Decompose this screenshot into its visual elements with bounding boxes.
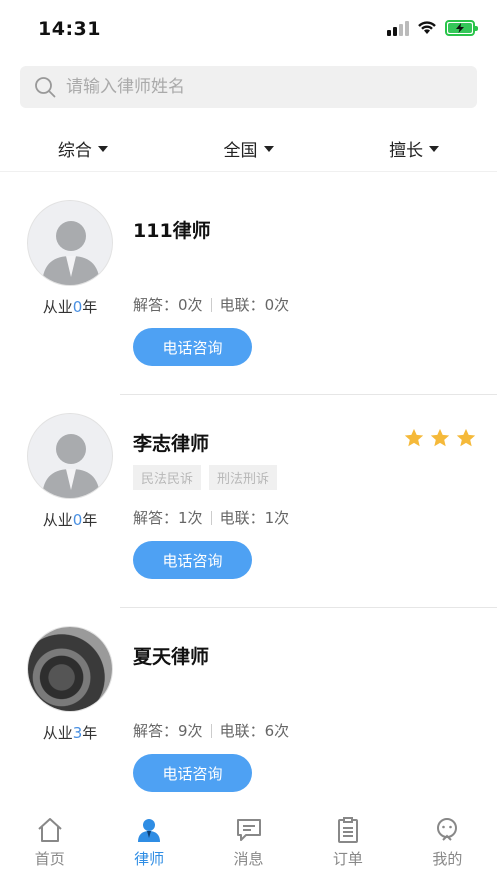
lawyer-card[interactable]: 从业0年 111律师 解答： 0次 电联： 0次 电话咨询 <box>0 182 497 395</box>
lawyer-photo <box>28 627 112 711</box>
search-icon <box>35 77 56 98</box>
lawyer-stats: 解答： 1次 电联： 1次 <box>133 509 290 527</box>
caret-down-icon <box>429 145 440 152</box>
answers-count: 9次 <box>178 722 203 740</box>
home-icon <box>38 818 62 842</box>
message-icon <box>236 819 261 841</box>
practice-years-value: 0 <box>72 298 83 316</box>
expertise-tag: 民法民诉 <box>133 465 202 490</box>
nav-item-profile[interactable]: 我的 <box>398 806 497 883</box>
star-icon <box>456 428 476 447</box>
answers-count: 1次 <box>178 509 203 527</box>
avatar <box>27 200 113 286</box>
lawyer-stats: 解答： 9次 电联： 6次 <box>133 722 290 740</box>
practice-years-value: 0 <box>72 511 83 529</box>
nav-label: 律师 <box>134 850 165 868</box>
search-bar[interactable] <box>20 66 477 108</box>
filter-expertise-label: 擅长 <box>389 141 424 161</box>
nav-label: 消息 <box>233 850 264 868</box>
nav-item-home[interactable]: 首页 <box>0 806 99 883</box>
battery-icon <box>445 20 478 36</box>
nav-label: 首页 <box>34 850 65 868</box>
profile-icon <box>437 818 458 841</box>
filter-sort-label: 综合 <box>57 141 92 161</box>
nav-item-messages[interactable]: 消息 <box>199 806 298 883</box>
practice-years-value: 3 <box>72 724 83 742</box>
caret-down-icon <box>97 145 108 152</box>
lawyer-list: 从业0年 111律师 解答： 0次 电联： 0次 电话咨询 从业0年 李志律师 民法… <box>0 182 497 821</box>
rating-stars <box>403 427 477 449</box>
practice-years: 从业3年 <box>42 724 98 742</box>
nav-label: 订单 <box>332 850 363 868</box>
nav-label: 我的 <box>432 850 463 868</box>
phone-consult-button[interactable]: 电话咨询 <box>133 754 252 792</box>
calls-count: 1次 <box>264 509 290 527</box>
lawyer-icon <box>138 819 161 842</box>
star-icon <box>430 428 450 447</box>
filter-expertise[interactable]: 擅长 <box>331 126 497 171</box>
lawyer-card[interactable]: 从业0年 李志律师 民法民诉 刑法刑诉 解答： 1次 电联： 1次 电话咨询 <box>0 395 497 608</box>
calls-count: 0次 <box>264 296 290 314</box>
default-avatar-icon <box>42 434 100 498</box>
practice-years: 从业0年 <box>42 298 98 316</box>
default-avatar-icon <box>42 221 100 285</box>
order-icon <box>337 817 358 843</box>
lawyer-card[interactable]: 从业3年 夏天律师 解答： 9次 电联： 6次 电话咨询 <box>0 608 497 821</box>
answers-count: 0次 <box>178 296 203 314</box>
filter-sort[interactable]: 综合 <box>0 126 166 171</box>
phone-consult-button[interactable]: 电话咨询 <box>133 328 252 366</box>
filter-region[interactable]: 全国 <box>166 126 332 171</box>
phone-consult-button[interactable]: 电话咨询 <box>133 541 252 579</box>
expertise-tag: 刑法刑诉 <box>209 465 278 490</box>
bottom-nav: 首页 律师 消息 订单 我的 <box>0 806 497 883</box>
nav-item-orders[interactable]: 订单 <box>298 806 397 883</box>
filter-region-label: 全国 <box>223 141 258 161</box>
search-input[interactable] <box>66 77 446 97</box>
status-icons <box>387 20 478 36</box>
star-icon <box>404 428 424 447</box>
avatar <box>27 413 113 499</box>
lawyer-name: 夏天律师 <box>133 646 210 668</box>
wifi-icon <box>418 21 436 34</box>
lawyer-stats: 解答： 0次 电联： 0次 <box>133 296 290 314</box>
nav-item-lawyer[interactable]: 律师 <box>99 806 198 883</box>
caret-down-icon <box>263 145 274 152</box>
status-time: 14:31 <box>38 18 101 40</box>
avatar <box>27 626 113 712</box>
lawyer-name: 李志律师 <box>133 433 210 455</box>
practice-years: 从业0年 <box>42 511 98 529</box>
filter-row: 综合 全国 擅长 <box>0 126 497 172</box>
signal-icon <box>387 20 409 36</box>
status-bar: 14:31 <box>0 0 497 56</box>
calls-count: 6次 <box>264 722 290 740</box>
expertise-tags: 民法民诉 刑法刑诉 <box>133 465 278 490</box>
lawyer-name: 111律师 <box>133 220 211 242</box>
